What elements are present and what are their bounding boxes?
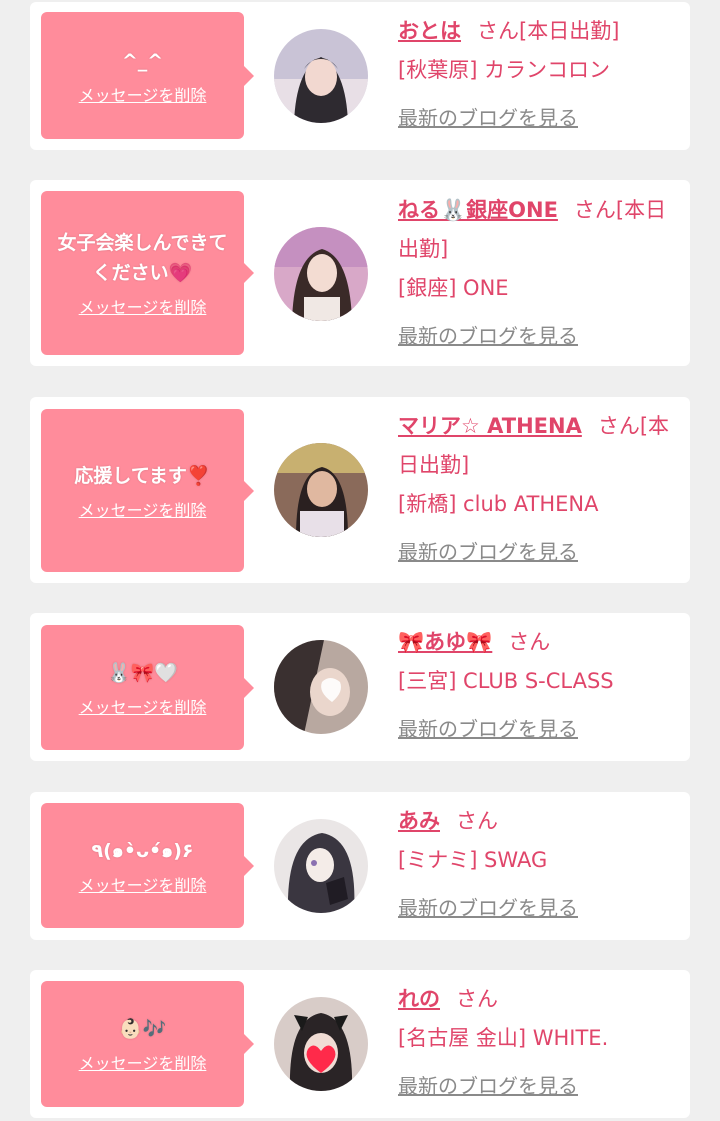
delete-message-link[interactable]: メッセージを削除 [79, 497, 207, 521]
avatar-photo [274, 29, 368, 123]
message-card: 👶🏻🎶 メッセージを削除 れの さん [名古屋 金山] WHITE. 最新のブログ… [30, 970, 690, 1118]
shop-label: [三宮] CLUB S-CLASS [398, 669, 614, 693]
avatar[interactable] [274, 997, 368, 1091]
message-bubble: 女子会楽しんできてください💗 メッセージを削除 [41, 191, 254, 355]
message-card: ٩(๑•̀ᴗ•́๑)۶ メッセージを削除 あみ さん [ミナミ] SWAG 最新の… [30, 792, 690, 940]
avatar[interactable] [274, 227, 368, 321]
avatar-photo [274, 997, 368, 1091]
cast-info: 🎀あゆ🎀 さん [三宮] CLUB S-CLASS 最新のブログを見る [398, 623, 674, 749]
cast-name-link[interactable]: ねる🐰銀座ONE [398, 198, 558, 222]
avatar[interactable] [274, 819, 368, 913]
message-text: ٩(๑•̀ᴗ•́๑)۶ [91, 839, 194, 862]
avatar-photo [274, 819, 368, 913]
shop-label: [銀座] ONE [398, 276, 509, 300]
message-card: 🐰🎀🤍 メッセージを削除 🎀あゆ🎀 さん [三宮] CLUB S-CLASS 最新… [30, 613, 690, 761]
avatar[interactable] [274, 443, 368, 537]
cast-name-link[interactable]: れの [398, 987, 440, 1011]
message-text: 🐰🎀🤍 [107, 661, 178, 684]
cast-info: れの さん [名古屋 金山] WHITE. 最新のブログを見る [398, 980, 674, 1106]
blog-link[interactable]: 最新のブログを見る [398, 1067, 578, 1106]
blog-link[interactable]: 最新のブログを見る [398, 889, 578, 928]
message-card: 女子会楽しんできてください💗 メッセージを削除 ねる🐰銀座ONE さん[本日出勤]… [30, 180, 690, 366]
delete-message-link[interactable]: メッセージを削除 [79, 1050, 207, 1074]
avatar-photo [274, 640, 368, 734]
shop-label: [ミナミ] SWAG [398, 848, 548, 872]
honorific: さん[本日出勤] [477, 19, 620, 43]
avatar[interactable] [274, 640, 368, 734]
cast-info: マリア☆ ATHENA さん[本日出勤] [新橋] club ATHENA 最新の… [398, 407, 674, 572]
honorific: さん [508, 630, 551, 654]
cast-info: ねる🐰銀座ONE さん[本日出勤] [銀座] ONE 最新のブログを見る [398, 191, 674, 356]
blog-link[interactable]: 最新のブログを見る [398, 533, 578, 572]
message-text: 女子会楽しんできてください💗 [57, 232, 228, 284]
message-list: ^_^ メッセージを削除 おとは さん[本日出勤] [秋葉原] カランコロン 最新… [0, 0, 720, 1121]
cast-info: おとは さん[本日出勤] [秋葉原] カランコロン 最新のブログを見る [398, 12, 674, 138]
message-card: 応援してます❣️ メッセージを削除 マリア☆ ATHENA さん[本日出勤] [新… [30, 397, 690, 583]
honorific: さん [456, 809, 498, 833]
message-bubble: 👶🏻🎶 メッセージを削除 [41, 981, 254, 1107]
message-bubble: ٩(๑•̀ᴗ•́๑)۶ メッセージを削除 [41, 803, 254, 928]
delete-message-link[interactable]: メッセージを削除 [79, 694, 207, 718]
message-bubble: 応援してます❣️ メッセージを削除 [41, 409, 254, 572]
shop-label: [名古屋 金山] WHITE. [398, 1026, 609, 1050]
cast-name-link[interactable]: 🎀あゆ🎀 [398, 630, 492, 654]
delete-message-link[interactable]: メッセージを削除 [79, 82, 207, 106]
blog-link[interactable]: 最新のブログを見る [398, 317, 578, 356]
cast-info: あみ さん [ミナミ] SWAG 最新のブログを見る [398, 802, 674, 928]
avatar[interactable] [274, 29, 368, 123]
blog-link[interactable]: 最新のブログを見る [398, 710, 578, 749]
shop-label: [新橋] club ATHENA [398, 492, 599, 516]
blog-link[interactable]: 最新のブログを見る [398, 99, 578, 138]
avatar-photo [274, 227, 368, 321]
message-text: ^_^ [121, 49, 164, 72]
delete-message-link[interactable]: メッセージを削除 [79, 872, 207, 896]
message-text: 👶🏻🎶 [118, 1018, 167, 1040]
message-text: 応援してます❣️ [74, 464, 211, 487]
message-bubble: ^_^ メッセージを削除 [41, 12, 254, 139]
cast-name-link[interactable]: おとは [398, 19, 461, 43]
shop-label: [秋葉原] カランコロン [398, 58, 611, 82]
delete-message-link[interactable]: メッセージを削除 [79, 294, 207, 318]
avatar-photo [274, 443, 368, 537]
message-bubble: 🐰🎀🤍 メッセージを削除 [41, 625, 254, 750]
honorific: さん [456, 987, 498, 1011]
message-card: ^_^ メッセージを削除 おとは さん[本日出勤] [秋葉原] カランコロン 最新… [30, 2, 690, 150]
cast-name-link[interactable]: マリア☆ ATHENA [398, 414, 582, 438]
cast-name-link[interactable]: あみ [398, 809, 440, 833]
